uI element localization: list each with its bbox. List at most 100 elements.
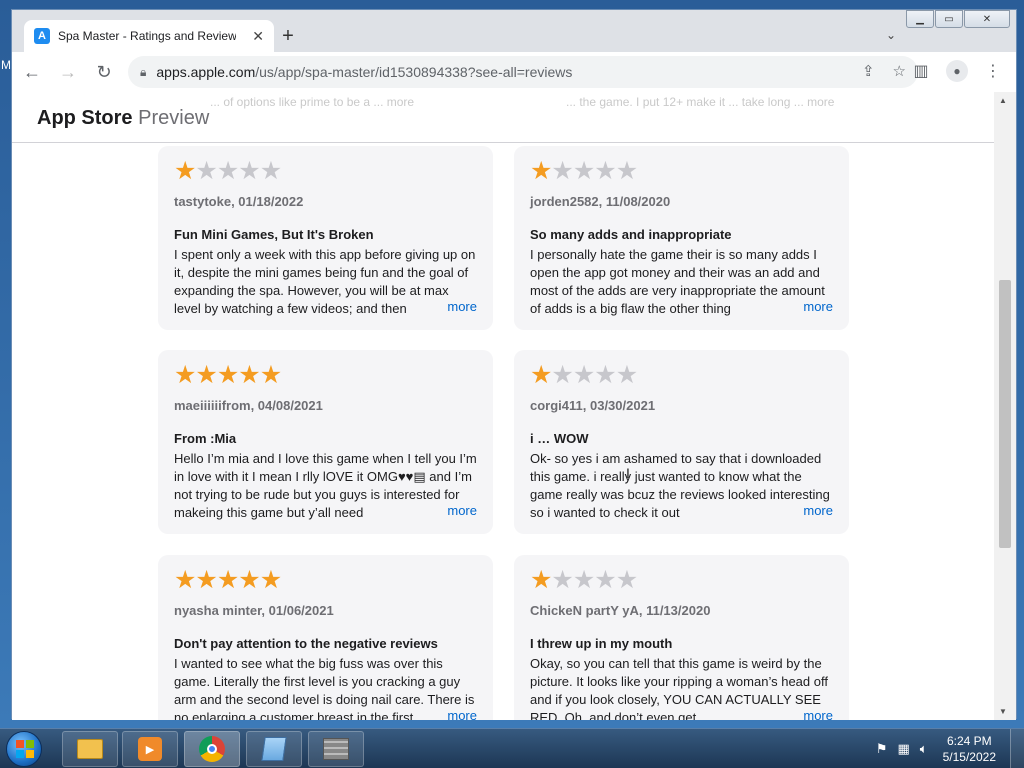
- star-filled-icon: ★: [238, 566, 260, 594]
- windows-logo-icon: [16, 740, 34, 758]
- review-more-link[interactable]: more: [417, 502, 477, 520]
- taskbar: ▶ ⚑ ▦ 🔈︎ 6:24 PM 5/15/2022: [0, 728, 1024, 768]
- menu-kebab-icon[interactable]: ⋮: [982, 61, 1004, 81]
- lock-icon[interactable]: 🔒︎: [140, 65, 146, 80]
- review-more-link[interactable]: more: [773, 707, 833, 720]
- bookmark-star-icon[interactable]: ☆: [893, 62, 906, 80]
- chrome-icon: [199, 736, 225, 762]
- review-author-date: maeiiiiiifrom, 04/08/2021: [174, 398, 323, 413]
- star-filled-icon: ★: [216, 566, 239, 594]
- star-empty-icon: ★: [615, 157, 638, 185]
- taskbar-explorer[interactable]: [62, 731, 118, 767]
- close-window-icon[interactable]: ✕: [964, 10, 1010, 28]
- star-empty-icon: ★: [551, 361, 573, 389]
- volume-icon[interactable]: 🔈︎: [920, 741, 928, 757]
- review-title: From :Mia: [174, 431, 237, 446]
- review-more-link[interactable]: more: [417, 707, 477, 720]
- back-icon[interactable]: ←: [16, 56, 48, 88]
- address-bar[interactable]: 🔒︎ apps.apple.com/us/app/spa-master/id15…: [128, 56, 918, 88]
- review-title: So many adds and inappropriate: [530, 227, 732, 242]
- star-rating: ★★★★★: [174, 158, 477, 186]
- system-tray: ⚑ ▦ 🔈︎ 6:24 PM 5/15/2022: [871, 729, 1024, 768]
- star-empty-icon: ★: [238, 157, 260, 185]
- faded-review-text-left: ... of options like prime to be a ... mo…: [210, 95, 415, 109]
- star-rating: ★★★★★: [174, 567, 477, 595]
- text-cursor-icon: I: [626, 465, 630, 481]
- desktop-edge-text: M: [1, 58, 11, 72]
- star-empty-icon: ★: [195, 157, 217, 185]
- tab-title: Spa Master - Ratings and Reviews: [58, 29, 236, 43]
- star-rating: ★★★★★: [530, 567, 833, 595]
- review-card: ★★★★★ maeiiiiiifrom, 04/08/2021 From :Mia H…: [158, 350, 493, 534]
- star-empty-icon: ★: [594, 157, 616, 185]
- review-title: Fun Mini Games, But It's Broken: [174, 227, 374, 242]
- tab-search-icon[interactable]: ⌄: [886, 28, 896, 42]
- show-desktop-button[interactable]: [1010, 729, 1024, 768]
- star-filled-icon: ★: [195, 361, 217, 389]
- tab-close-icon[interactable]: ✕: [252, 28, 264, 45]
- system-clock[interactable]: 6:24 PM 5/15/2022: [943, 733, 996, 765]
- review-author-date: jorden2582, 11/08/2020: [530, 194, 671, 209]
- browser-toolbar: ← → ↻ 🔒︎ apps.apple.com/us/app/spa-maste…: [12, 52, 1016, 92]
- star-rating: ★★★★★: [174, 362, 477, 390]
- star-rating: ★★★★★: [530, 158, 833, 186]
- star-filled-icon: ★: [216, 361, 239, 389]
- scroll-down-icon[interactable]: ▼: [999, 707, 1007, 716]
- firewall-icon: [323, 738, 349, 760]
- page-scrollbar[interactable]: ▲ ▼: [994, 92, 1016, 720]
- new-tab-icon[interactable]: +: [276, 25, 300, 49]
- star-empty-icon: ★: [615, 566, 638, 594]
- tab-strip: A Spa Master - Ratings and Reviews ✕ + ⌄…: [12, 10, 1016, 52]
- reload-icon[interactable]: ↻: [88, 56, 120, 88]
- profile-avatar-icon[interactable]: ●: [946, 60, 968, 82]
- star-empty-icon: ★: [572, 361, 595, 389]
- review-more-link[interactable]: more: [773, 502, 833, 520]
- minimize-icon[interactable]: ▁: [906, 10, 934, 28]
- app-store-logo[interactable]: App Store Preview: [37, 107, 209, 130]
- page-content: ... of options like prime to be a ... mo…: [12, 92, 994, 720]
- app-store-header: App Store Preview: [12, 92, 994, 143]
- star-filled-icon: ★: [174, 157, 196, 185]
- forward-icon[interactable]: →: [52, 56, 84, 88]
- browser-window: A Spa Master - Ratings and Reviews ✕ + ⌄…: [11, 9, 1017, 720]
- star-filled-icon: ★: [174, 361, 196, 389]
- review-card: ★★★★★ corgi411, 03/30/2021 i … WOW Ok- so y…: [514, 350, 849, 534]
- url-path: /us/app/spa-master/id1530894338?see-all=…: [255, 64, 573, 80]
- scroll-up-icon[interactable]: ▲: [999, 96, 1007, 105]
- maximize-icon[interactable]: ▭: [935, 10, 963, 28]
- star-filled-icon: ★: [174, 566, 196, 594]
- review-card: ★★★★★ nyasha minter, 01/06/2021 Don't pay …: [158, 555, 493, 720]
- review-more-link[interactable]: more: [773, 298, 833, 316]
- active-tab[interactable]: A Spa Master - Ratings and Reviews ✕: [24, 20, 274, 52]
- faded-review-text-right: ... the game. I put 12+ make it ... take…: [566, 95, 835, 109]
- star-empty-icon: ★: [594, 361, 616, 389]
- star-filled-icon: ★: [530, 361, 552, 389]
- star-empty-icon: ★: [615, 361, 638, 389]
- star-empty-icon: ★: [572, 157, 595, 185]
- window-controls: ▁ ▭ ✕: [905, 10, 1010, 28]
- review-title: I threw up in my mouth: [530, 636, 673, 651]
- taskbar-firewall[interactable]: [308, 731, 364, 767]
- url-host: apps.apple.com: [156, 64, 256, 80]
- star-empty-icon: ★: [551, 157, 573, 185]
- review-more-link[interactable]: more: [417, 298, 477, 316]
- taskbar-media-player[interactable]: ▶: [122, 731, 178, 767]
- scroll-thumb[interactable]: [999, 280, 1011, 548]
- network-icon[interactable]: ▦: [898, 741, 910, 757]
- star-empty-icon: ★: [594, 566, 616, 594]
- review-card: ★★★★★ ChickeN partY yA, 11/13/2020 I threw…: [514, 555, 849, 720]
- taskbar-notepad[interactable]: [246, 731, 302, 767]
- clock-date: 5/15/2022: [942, 750, 996, 764]
- folder-icon: [77, 739, 103, 759]
- start-button[interactable]: [6, 731, 42, 767]
- review-title: Don't pay attention to the negative revi…: [174, 636, 438, 651]
- taskbar-chrome[interactable]: [184, 731, 240, 767]
- share-icon[interactable]: ⇪: [862, 62, 875, 80]
- review-author-date: corgi411, 03/30/2021: [530, 398, 656, 413]
- review-card: ★★★★★ jorden2582, 11/08/2020 So many adds …: [514, 146, 849, 330]
- action-center-icon[interactable]: ⚑: [876, 741, 888, 757]
- app-store-icon: A: [34, 28, 50, 44]
- star-filled-icon: ★: [530, 566, 552, 594]
- side-panel-icon[interactable]: ▥: [910, 61, 932, 81]
- star-filled-icon: ★: [530, 157, 552, 185]
